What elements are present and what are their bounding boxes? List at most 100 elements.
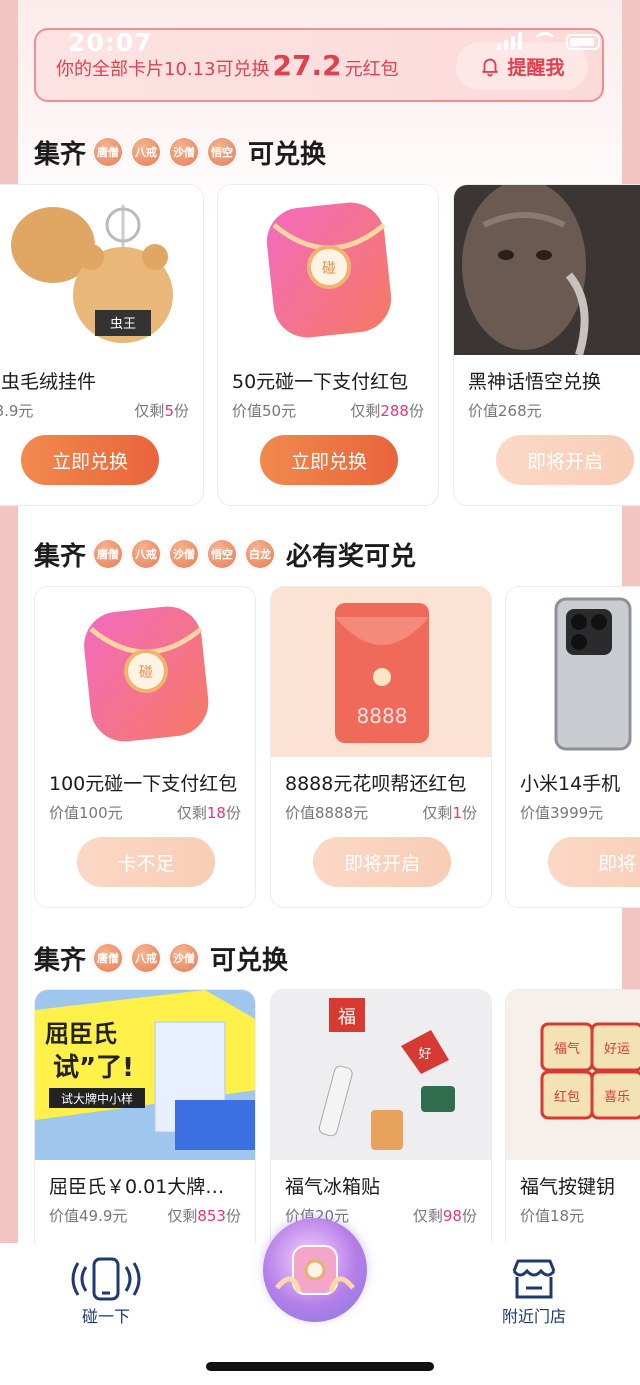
magnet-text-hao: 好 (418, 1047, 431, 1062)
product-price: 价值8888元 (285, 804, 369, 822)
product-image-watsons: 屈臣氏 试”了! 试大牌中小样 (35, 990, 255, 1160)
product-price: 价值100元 (49, 804, 123, 822)
envelope-amount-text: 8888 (357, 704, 408, 728)
section-four-cards: 集齐 唐僧 八戒 沙僧 悟空 可兑换 虫王 虫毛绒挂件 78.9元 (0, 132, 640, 506)
card-badge-shaseng: 沙僧 (168, 136, 201, 168)
stock-suffix: 份 (461, 1207, 477, 1225)
card-badge-wukong: 悟空 (206, 538, 239, 570)
redeem-button[interactable]: 立即兑换 (260, 435, 398, 485)
product-card[interactable]: 小米14手机 价值3999元 即将 (505, 586, 640, 908)
product-price: 价值50元 (232, 402, 297, 420)
stock-prefix: 仅剩 (134, 402, 165, 420)
stock-suffix: 份 (408, 402, 424, 420)
keycap-text-3: 红包 (554, 1089, 580, 1105)
product-name: 福气按键钥 (520, 1176, 616, 1198)
coming-soon-button[interactable]: 即将开启 (496, 435, 634, 485)
product-price: 价值49.9元 (49, 1207, 128, 1225)
product-name: 屈臣氏￥0.01大牌… (49, 1176, 225, 1198)
battery-icon (566, 34, 600, 50)
svg-text:虫王: 虫王 (110, 317, 136, 332)
section-title-suffix: 可兑换 (248, 139, 327, 170)
product-stock: 仅剩853份 (167, 1205, 241, 1226)
product-price: 78.9元 (0, 402, 34, 420)
cellular-signal-icon (497, 32, 522, 50)
stock-prefix: 仅剩 (422, 804, 453, 822)
product-image-plush: 虫王 (0, 185, 203, 355)
stock-prefix: 仅剩 (176, 804, 207, 822)
stock-count: 1 (452, 804, 462, 822)
product-card[interactable]: 黑神话悟空兑换 价值268元 即将开启 (453, 184, 640, 506)
coming-soon-button[interactable]: 即将 (548, 837, 640, 887)
redeem-button[interactable]: 立即兑换 (21, 435, 159, 485)
store-icon (512, 1259, 556, 1299)
section-title-prefix: 集齐 (34, 541, 87, 572)
section-title: 集齐 唐僧 八戒 沙僧 悟空 可兑换 (34, 132, 606, 172)
card-badge-tangseng: 唐僧 (92, 136, 125, 168)
product-name: 小米14手机 (520, 773, 621, 795)
stock-prefix: 仅剩 (412, 1207, 443, 1225)
product-image-huabei-envelope: 8888 (271, 587, 491, 757)
product-stock: 仅剩98份 (413, 1205, 477, 1226)
section-title: 集齐 唐僧 八戒 沙僧 可兑换 (34, 938, 606, 978)
center-fu-button[interactable] (263, 1218, 367, 1322)
product-image-phone (506, 587, 640, 757)
card-badge-tangseng: 唐僧 (92, 942, 125, 974)
card-badge-bajie: 八戒 (130, 136, 163, 168)
watsons-tag: 试大牌中小样 (61, 1091, 133, 1106)
stock-prefix: 仅剩 (350, 402, 381, 420)
card-badge-bailong: 白龙 (244, 538, 277, 570)
stock-prefix: 仅剩 (167, 1207, 198, 1225)
product-image-wukong (454, 185, 640, 355)
home-indicator (206, 1362, 434, 1371)
product-card[interactable]: 虫王 虫毛绒挂件 78.9元 仅剩5份 立即兑换 (0, 184, 204, 506)
product-stock: 仅剩1份 (422, 802, 477, 823)
section-title-suffix: 可兑换 (210, 945, 289, 976)
stock-suffix: 份 (225, 1207, 241, 1225)
card-badge-wukong: 悟空 (206, 136, 239, 168)
tab-tap-pay[interactable]: 碰一下 (66, 1255, 146, 1327)
product-stock: 仅剩18份 (177, 802, 241, 823)
product-name: 50元碰一下支付红包 (232, 371, 409, 393)
coming-soon-button[interactable]: 即将开启 (313, 837, 451, 887)
status-bar: 20:07 (0, 0, 640, 60)
tab-nearby-stores[interactable]: 附近门店 (494, 1255, 574, 1327)
product-price: 价值268元 (468, 402, 542, 420)
status-icons (497, 32, 600, 50)
product-name: 福气冰箱贴 (285, 1176, 381, 1198)
product-image-keycaps: 福气 好运 红包 喜乐 (506, 990, 640, 1160)
keycap-text-2: 好运 (604, 1042, 630, 1057)
card-badge-bajie: 八戒 (130, 942, 163, 974)
product-card[interactable]: 碰 50元碰一下支付红包 价值50元 仅剩288份 立即兑换 (217, 184, 439, 506)
product-card[interactable]: 8888 8888元花呗帮还红包 价值8888元 仅剩1份 即将开启 (270, 586, 492, 908)
product-image-fridge-magnet: 福 好 (271, 990, 491, 1160)
keycap-text-1: 福气 (554, 1041, 580, 1057)
product-name: 虫毛绒挂件 (1, 371, 97, 393)
card-carousel[interactable]: 碰 100元碰一下支付红包 价值100元 仅剩18份 卡不足 8888 8888… (0, 586, 640, 916)
section-title-prefix: 集齐 (34, 139, 87, 170)
watsons-headline-2: 试”了! (53, 1053, 134, 1083)
product-name: 8888元花呗帮还红包 (285, 773, 467, 795)
card-badge-shaseng: 沙僧 (168, 942, 201, 974)
stock-count: 18 (206, 804, 226, 822)
svg-text:碰: 碰 (322, 261, 336, 277)
product-name: 黑神话悟空兑换 (468, 371, 602, 393)
product-image-red-envelope: 碰 (218, 185, 438, 355)
card-badge-bajie: 八戒 (130, 538, 163, 570)
svg-text:碰: 碰 (139, 665, 153, 681)
status-time: 20:07 (68, 28, 153, 57)
section-title: 集齐 唐僧 八戒 沙僧 悟空 白龙 必有奖可兑 (34, 534, 606, 574)
card-carousel[interactable]: 虫王 虫毛绒挂件 78.9元 仅剩5份 立即兑换 碰 50元碰一下支付红包 (0, 184, 640, 514)
insufficient-cards-button[interactable]: 卡不足 (77, 837, 215, 887)
keycap-text-4: 喜乐 (604, 1090, 630, 1105)
card-badge-shaseng: 沙僧 (168, 538, 201, 570)
stock-count: 5 (164, 402, 174, 420)
magnet-text-fu: 福 (338, 1007, 356, 1028)
wifi-icon (532, 32, 558, 50)
watsons-headline-1: 屈臣氏 (45, 1020, 117, 1048)
product-card[interactable]: 碰 100元碰一下支付红包 价值100元 仅剩18份 卡不足 (34, 586, 256, 908)
nfc-phone-icon (71, 1257, 141, 1301)
product-stock: 仅剩288份 (350, 400, 424, 421)
section-title-prefix: 集齐 (34, 945, 87, 976)
product-image-red-envelope: 碰 (35, 587, 255, 757)
stock-count: 98 (442, 1207, 462, 1225)
